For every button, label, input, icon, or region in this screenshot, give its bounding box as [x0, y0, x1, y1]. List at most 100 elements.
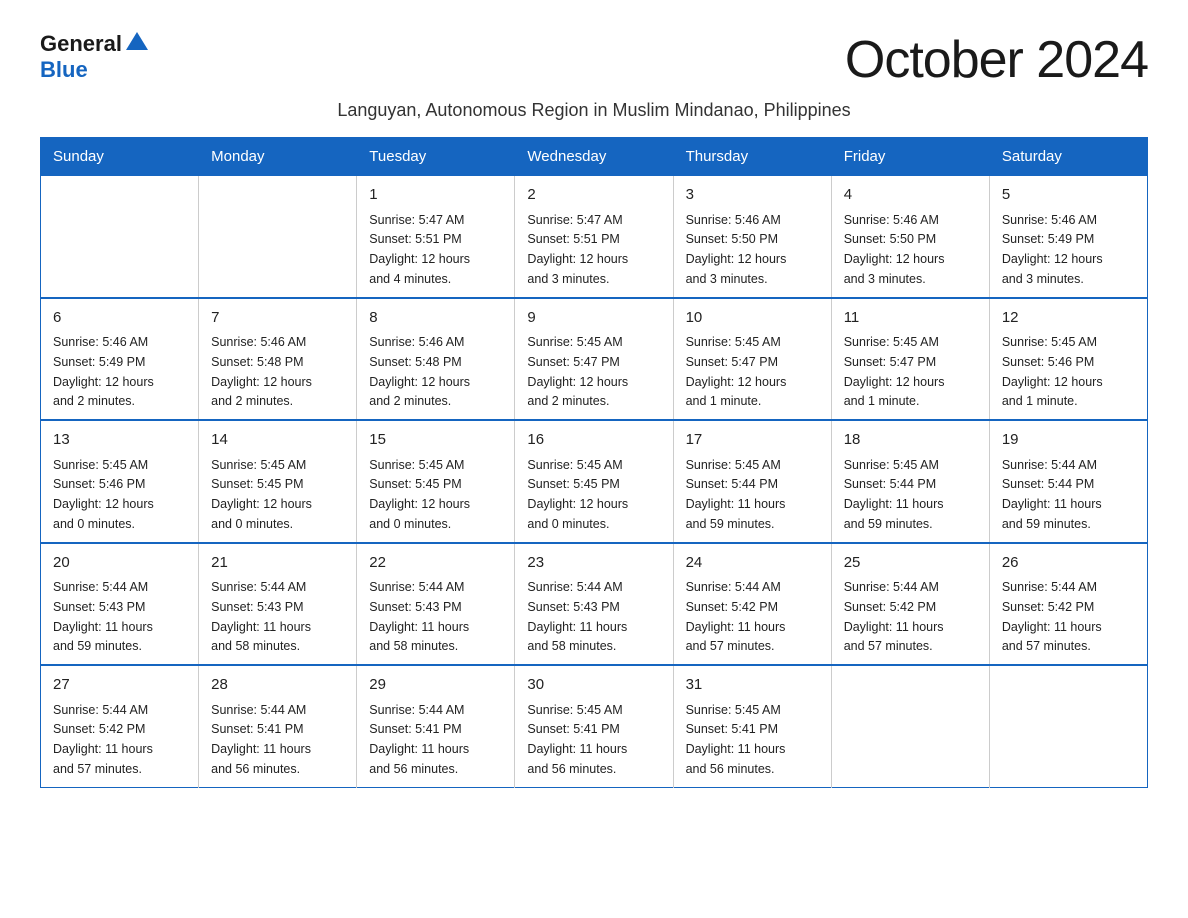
calendar-cell: 16 Sunrise: 5:45 AM Sunset: 5:45 PM Dayli…	[515, 420, 673, 543]
day-number: 7	[211, 307, 344, 330]
day-number: 4	[844, 184, 977, 207]
day-info: Sunrise: 5:45 AM Sunset: 5:45 PM Dayligh…	[369, 458, 470, 531]
calendar-cell	[199, 176, 357, 298]
day-number: 27	[53, 674, 186, 697]
day-number: 18	[844, 429, 977, 452]
calendar-cell: 19 Sunrise: 5:44 AM Sunset: 5:44 PM Dayli…	[989, 420, 1147, 543]
calendar-cell: 23 Sunrise: 5:44 AM Sunset: 5:43 PM Dayli…	[515, 543, 673, 666]
day-info: Sunrise: 5:46 AM Sunset: 5:50 PM Dayligh…	[844, 213, 945, 286]
day-number: 23	[527, 552, 660, 575]
day-number: 10	[686, 307, 819, 330]
calendar-cell: 5 Sunrise: 5:46 AM Sunset: 5:49 PM Daylig…	[989, 176, 1147, 298]
weekday-header-friday: Friday	[831, 138, 989, 176]
calendar-cell	[41, 176, 199, 298]
day-number: 16	[527, 429, 660, 452]
logo-general: General	[40, 31, 122, 57]
day-number: 24	[686, 552, 819, 575]
calendar-cell: 25 Sunrise: 5:44 AM Sunset: 5:42 PM Dayli…	[831, 543, 989, 666]
calendar-cell: 20 Sunrise: 5:44 AM Sunset: 5:43 PM Dayli…	[41, 543, 199, 666]
weekday-header-monday: Monday	[199, 138, 357, 176]
calendar-cell: 29 Sunrise: 5:44 AM Sunset: 5:41 PM Dayli…	[357, 665, 515, 787]
calendar-cell: 17Sunrise: 5:45 AM Sunset: 5:44 PM Dayli…	[673, 420, 831, 543]
day-number: 26	[1002, 552, 1135, 575]
day-info: Sunrise: 5:45 AM Sunset: 5:46 PM Dayligh…	[53, 458, 154, 531]
weekday-header-sunday: Sunday	[41, 138, 199, 176]
calendar-week-row: 20 Sunrise: 5:44 AM Sunset: 5:43 PM Dayli…	[41, 543, 1148, 666]
day-number: 29	[369, 674, 502, 697]
day-number: 11	[844, 307, 977, 330]
calendar-cell: 4 Sunrise: 5:46 AM Sunset: 5:50 PM Daylig…	[831, 176, 989, 298]
calendar-subtitle: Languyan, Autonomous Region in Muslim Mi…	[40, 100, 1148, 121]
day-number: 31	[686, 674, 819, 697]
day-info: Sunrise: 5:46 AM Sunset: 5:50 PM Dayligh…	[686, 213, 787, 286]
day-number: 22	[369, 552, 502, 575]
calendar-cell: 15 Sunrise: 5:45 AM Sunset: 5:45 PM Dayli…	[357, 420, 515, 543]
day-number: 14	[211, 429, 344, 452]
day-number: 12	[1002, 307, 1135, 330]
day-info: Sunrise: 5:46 AM Sunset: 5:49 PM Dayligh…	[1002, 213, 1103, 286]
day-info: Sunrise: 5:45 AM Sunset: 5:41 PM Dayligh…	[686, 703, 786, 776]
calendar-cell	[831, 665, 989, 787]
day-info: Sunrise: 5:44 AM Sunset: 5:42 PM Dayligh…	[844, 580, 944, 653]
day-number: 15	[369, 429, 502, 452]
day-info: Sunrise: 5:45 AM Sunset: 5:47 PM Dayligh…	[527, 335, 628, 408]
day-info: Sunrise: 5:44 AM Sunset: 5:43 PM Dayligh…	[369, 580, 469, 653]
day-info: Sunrise: 5:47 AM Sunset: 5:51 PM Dayligh…	[369, 213, 470, 286]
calendar-cell: 26 Sunrise: 5:44 AM Sunset: 5:42 PM Dayli…	[989, 543, 1147, 666]
day-info: Sunrise: 5:45 AM Sunset: 5:47 PM Dayligh…	[844, 335, 945, 408]
weekday-header-tuesday: Tuesday	[357, 138, 515, 176]
calendar-cell: 14 Sunrise: 5:45 AM Sunset: 5:45 PM Dayli…	[199, 420, 357, 543]
calendar-week-row: 6 Sunrise: 5:46 AM Sunset: 5:49 PM Daylig…	[41, 298, 1148, 421]
day-info: Sunrise: 5:44 AM Sunset: 5:44 PM Dayligh…	[1002, 458, 1102, 531]
day-info: Sunrise: 5:45 AM Sunset: 5:45 PM Dayligh…	[527, 458, 628, 531]
day-number: 25	[844, 552, 977, 575]
day-number: 8	[369, 307, 502, 330]
day-number: 30	[527, 674, 660, 697]
day-number: 5	[1002, 184, 1135, 207]
day-number: 17	[686, 429, 819, 452]
day-info: Sunrise: 5:47 AM Sunset: 5:51 PM Dayligh…	[527, 213, 628, 286]
calendar-cell: 28Sunrise: 5:44 AM Sunset: 5:41 PM Dayli…	[199, 665, 357, 787]
day-number: 6	[53, 307, 186, 330]
day-number: 20	[53, 552, 186, 575]
day-info: Sunrise: 5:44 AM Sunset: 5:43 PM Dayligh…	[211, 580, 311, 653]
page-header: General Blue October 2024	[40, 30, 1148, 90]
logo-blue: Blue	[40, 57, 88, 83]
calendar-cell: 24Sunrise: 5:44 AM Sunset: 5:42 PM Dayli…	[673, 543, 831, 666]
calendar-cell	[989, 665, 1147, 787]
day-info: Sunrise: 5:44 AM Sunset: 5:42 PM Dayligh…	[1002, 580, 1102, 653]
weekday-header-thursday: Thursday	[673, 138, 831, 176]
day-number: 2	[527, 184, 660, 207]
calendar-table: SundayMondayTuesdayWednesdayThursdayFrid…	[40, 137, 1148, 788]
logo-triangle-icon	[126, 30, 148, 52]
calendar-cell: 12Sunrise: 5:45 AM Sunset: 5:46 PM Dayli…	[989, 298, 1147, 421]
day-number: 3	[686, 184, 819, 207]
calendar-cell: 27 Sunrise: 5:44 AM Sunset: 5:42 PM Dayli…	[41, 665, 199, 787]
day-info: Sunrise: 5:44 AM Sunset: 5:41 PM Dayligh…	[369, 703, 469, 776]
calendar-cell: 6 Sunrise: 5:46 AM Sunset: 5:49 PM Daylig…	[41, 298, 199, 421]
calendar-cell: 22 Sunrise: 5:44 AM Sunset: 5:43 PM Dayli…	[357, 543, 515, 666]
calendar-cell: 21Sunrise: 5:44 AM Sunset: 5:43 PM Dayli…	[199, 543, 357, 666]
calendar-cell: 11 Sunrise: 5:45 AM Sunset: 5:47 PM Dayli…	[831, 298, 989, 421]
logo: General Blue	[40, 30, 148, 83]
calendar-cell: 13 Sunrise: 5:45 AM Sunset: 5:46 PM Dayli…	[41, 420, 199, 543]
calendar-cell: 31 Sunrise: 5:45 AM Sunset: 5:41 PM Dayli…	[673, 665, 831, 787]
calendar-cell: 30Sunrise: 5:45 AM Sunset: 5:41 PM Dayli…	[515, 665, 673, 787]
calendar-week-row: 13 Sunrise: 5:45 AM Sunset: 5:46 PM Dayli…	[41, 420, 1148, 543]
month-title: October 2024	[845, 30, 1148, 90]
weekday-header-row: SundayMondayTuesdayWednesdayThursdayFrid…	[41, 138, 1148, 176]
day-info: Sunrise: 5:45 AM Sunset: 5:47 PM Dayligh…	[686, 335, 787, 408]
day-number: 13	[53, 429, 186, 452]
day-info: Sunrise: 5:46 AM Sunset: 5:48 PM Dayligh…	[369, 335, 470, 408]
day-number: 9	[527, 307, 660, 330]
day-info: Sunrise: 5:46 AM Sunset: 5:49 PM Dayligh…	[53, 335, 154, 408]
day-number: 19	[1002, 429, 1135, 452]
day-info: Sunrise: 5:45 AM Sunset: 5:45 PM Dayligh…	[211, 458, 312, 531]
calendar-cell: 1Sunrise: 5:47 AM Sunset: 5:51 PM Daylig…	[357, 176, 515, 298]
calendar-cell: 2 Sunrise: 5:47 AM Sunset: 5:51 PM Daylig…	[515, 176, 673, 298]
day-info: Sunrise: 5:44 AM Sunset: 5:43 PM Dayligh…	[527, 580, 627, 653]
day-info: Sunrise: 5:46 AM Sunset: 5:48 PM Dayligh…	[211, 335, 312, 408]
day-info: Sunrise: 5:44 AM Sunset: 5:42 PM Dayligh…	[53, 703, 153, 776]
day-info: Sunrise: 5:44 AM Sunset: 5:43 PM Dayligh…	[53, 580, 153, 653]
day-info: Sunrise: 5:44 AM Sunset: 5:41 PM Dayligh…	[211, 703, 311, 776]
